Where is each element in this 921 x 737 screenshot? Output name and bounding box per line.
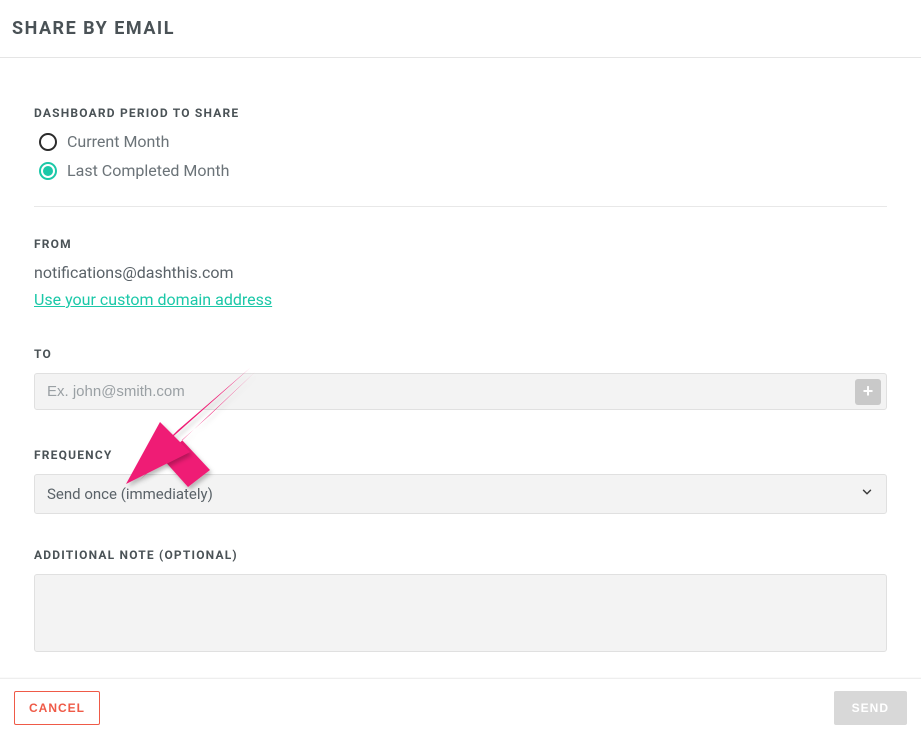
additional-note-textarea[interactable] bbox=[34, 574, 887, 652]
radio-current-month[interactable]: Current Month bbox=[34, 132, 887, 151]
to-label: TO bbox=[34, 347, 887, 361]
plus-icon: + bbox=[863, 381, 874, 402]
frequency-label: FREQUENCY bbox=[34, 448, 887, 462]
to-input-wrap: + bbox=[34, 373, 887, 410]
to-email-input[interactable] bbox=[35, 374, 857, 409]
radio-label: Current Month bbox=[67, 132, 169, 151]
modal-title: SHARE BY EMAIL bbox=[12, 18, 909, 39]
radio-dot-icon bbox=[43, 166, 53, 176]
divider bbox=[34, 206, 887, 207]
radio-icon-selected bbox=[39, 162, 57, 180]
frequency-selected-value: Send once (immediately) bbox=[47, 485, 213, 503]
radio-icon bbox=[39, 133, 57, 151]
note-label: ADDITIONAL NOTE (OPTIONAL) bbox=[34, 548, 887, 562]
custom-domain-link[interactable]: Use your custom domain address bbox=[34, 290, 272, 309]
from-label: FROM bbox=[34, 237, 887, 251]
radio-last-completed-month[interactable]: Last Completed Month bbox=[34, 161, 887, 180]
period-label: DASHBOARD PERIOD TO SHARE bbox=[34, 106, 887, 120]
frequency-select-wrap: Send once (immediately) bbox=[34, 474, 887, 514]
send-button[interactable]: SEND bbox=[834, 691, 907, 725]
radio-label: Last Completed Month bbox=[67, 161, 229, 180]
chevron-down-icon bbox=[860, 485, 874, 503]
modal-content: DASHBOARD PERIOD TO SHARE Current Month … bbox=[0, 58, 921, 677]
frequency-select[interactable]: Send once (immediately) bbox=[34, 474, 887, 514]
from-email-value: notifications@dashthis.com bbox=[34, 263, 887, 282]
cancel-button[interactable]: CANCEL bbox=[14, 691, 100, 725]
period-radio-group: Current Month Last Completed Month bbox=[34, 132, 887, 180]
add-recipient-button[interactable]: + bbox=[855, 379, 881, 405]
modal-header: SHARE BY EMAIL bbox=[0, 0, 921, 58]
modal-footer: CANCEL SEND bbox=[0, 678, 921, 737]
